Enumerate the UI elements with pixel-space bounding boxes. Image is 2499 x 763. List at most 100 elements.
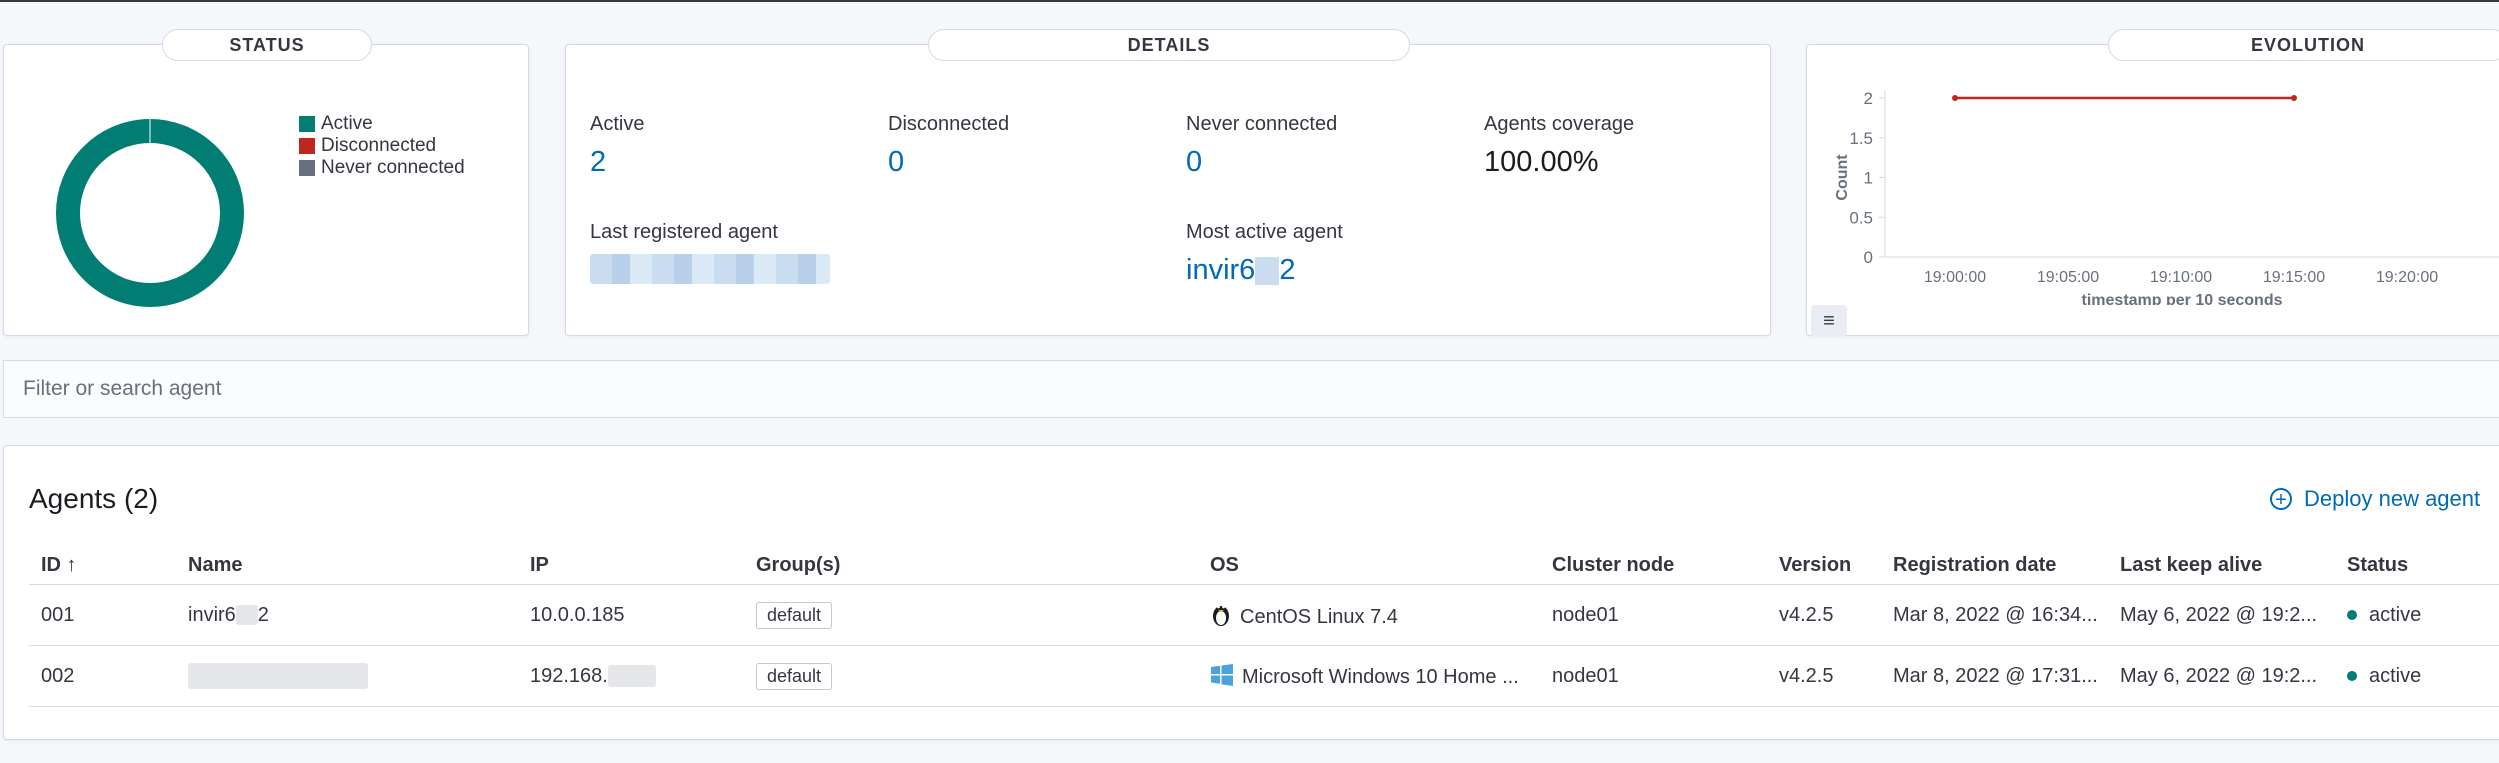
stat-value-active[interactable]: 2	[590, 146, 644, 179]
stat-label: Agents coverage	[1484, 113, 1635, 135]
cell-ip: 10.0.0.185	[518, 584, 744, 646]
cell-cluster-node: node01	[1540, 584, 1767, 646]
agents-panel: Agents (2) + Deploy new agent ID ↑ Name …	[3, 445, 2499, 740]
cell-os: CentOS Linux 7.4	[1198, 584, 1540, 646]
cell-status: active	[2335, 645, 2499, 707]
column-header-cluster-node[interactable]: Cluster node	[1540, 546, 1767, 585]
agent-name-suffix: 2	[257, 603, 269, 626]
legend-item-active[interactable]: Active	[299, 113, 465, 135]
cell-last-keep-alive: May 6, 2022 @ 19:2...	[2108, 645, 2335, 707]
y-tick-label: 1	[1864, 169, 1873, 188]
y-tick-label: 0	[1864, 248, 1873, 267]
status-text: active	[2369, 603, 2422, 626]
y-tick-label: 1.5	[1849, 129, 1873, 148]
stat-never-connected: Never connected 0	[1186, 113, 1337, 179]
windows-logo-icon	[1211, 664, 1233, 686]
agent-name-suffix: 2	[1279, 254, 1296, 286]
x-tick-label: 19:20:00	[2376, 269, 2438, 286]
column-header-name[interactable]: Name	[176, 546, 518, 585]
most-active-agent: Most active agent invir6 2	[1186, 221, 1343, 287]
redacted-chars	[1255, 257, 1280, 286]
legend-item-disconnected[interactable]: Disconnected	[299, 135, 465, 157]
search-input[interactable]	[4, 361, 2499, 417]
column-header-version[interactable]: Version	[1767, 546, 1881, 585]
legend-label: Never connected	[321, 157, 465, 178]
redacted-ip	[607, 665, 656, 688]
x-tick-label: 19:00:00	[1924, 269, 1986, 286]
stat-label: Last registered agent	[590, 221, 778, 243]
agents-title: Agents (2)	[29, 483, 159, 514]
evolution-chart[interactable]: 2 1.5 1 0.5 0 19:00:00 19:05:00 19:10:00 19:15:0…	[1807, 45, 2499, 305]
agent-name-prefix: invir6	[188, 603, 236, 626]
stat-agents-coverage: Agents coverage 100.00%	[1484, 113, 1634, 179]
status-donut-chart[interactable]	[56, 119, 244, 307]
y-axis-label: Count	[1834, 154, 1851, 201]
last-registered-agent: Last registered agent	[590, 221, 830, 292]
legend-swatch-active	[299, 116, 315, 132]
cell-name: invir6 2	[176, 584, 518, 646]
table-header-row: ID ↑ Name IP Group(s) OS Cluster node Ve…	[29, 546, 2499, 585]
os-name: Microsoft Windows 10 Home ...	[1242, 666, 1519, 688]
last-registered-agent-link[interactable]	[590, 254, 830, 292]
cell-id: 001	[29, 584, 176, 646]
cell-os: Microsoft Windows 10 Home ...	[1198, 645, 1540, 707]
x-axis-label: timestamp per 10 seconds	[2082, 292, 2283, 305]
deploy-label: Deploy new agent	[2304, 486, 2481, 511]
y-tick-label: 0.5	[1849, 208, 1873, 227]
cell-registration-date: Mar 8, 2022 @ 17:31...	[1881, 645, 2108, 707]
deploy-new-agent-button[interactable]: + Deploy new agent	[2270, 486, 2480, 512]
cell-registration-date: Mar 8, 2022 @ 16:34...	[1881, 584, 2108, 646]
cell-last-keep-alive: May 6, 2022 @ 19:2...	[2108, 584, 2335, 646]
legend-swatch-never-connected	[299, 160, 315, 176]
agent-name-prefix: invir6	[1186, 254, 1256, 286]
stat-value-never-connected[interactable]: 0	[1186, 146, 1337, 179]
legend-swatch-disconnected	[299, 138, 315, 154]
column-header-registration-date[interactable]: Registration date	[1881, 546, 2108, 585]
redacted-chars	[235, 605, 258, 626]
search-bar	[3, 360, 2499, 418]
group-badge[interactable]: default	[756, 601, 833, 629]
most-active-agent-link[interactable]: invir6 2	[1186, 254, 1343, 287]
group-badge[interactable]: default	[756, 662, 833, 690]
status-active-dot	[2347, 610, 2357, 621]
cell-version: v4.2.5	[1767, 584, 1881, 646]
stat-value-coverage: 100.00%	[1484, 146, 1599, 178]
column-header-last-keep-alive[interactable]: Last keep alive	[2108, 546, 2335, 585]
stat-label: Most active agent	[1186, 221, 1343, 243]
evolution-panel: EVOLUTION 2 1.5 1 0.5 0 19:00:00 19:05:00 19:10…	[1806, 29, 2499, 337]
cell-id: 002	[29, 645, 176, 707]
stat-value-disconnected[interactable]: 0	[888, 146, 1009, 179]
details-panel: DETAILS Active 2 Disconnected 0 Never co…	[565, 29, 1771, 336]
redacted-agent-name	[590, 254, 830, 284]
column-header-os[interactable]: OS	[1198, 546, 1540, 585]
status-text: active	[2369, 664, 2422, 687]
list-view-icon[interactable]: ≡	[1811, 305, 1847, 337]
cell-name	[176, 645, 518, 707]
column-header-groups: Group(s)	[744, 546, 1198, 585]
stat-label: Disconnected	[888, 113, 1010, 135]
legend-item-never-connected[interactable]: Never connected	[299, 157, 465, 179]
os-name: CentOS Linux 7.4	[1240, 606, 1398, 628]
status-legend: Active Disconnected Never connected	[299, 113, 465, 179]
x-tick-label: 19:05:00	[2037, 269, 2099, 286]
cell-cluster-node: node01	[1540, 645, 1767, 707]
cell-group: default	[744, 584, 1198, 646]
stat-active: Active 2	[590, 113, 644, 179]
column-header-id[interactable]: ID ↑	[29, 546, 176, 585]
data-point	[1952, 95, 1958, 101]
cell-group: default	[744, 645, 1198, 707]
top-border	[0, 0, 2499, 2]
stat-label: Active	[590, 113, 645, 135]
legend-label: Disconnected	[321, 135, 437, 156]
column-header-ip[interactable]: IP	[518, 546, 744, 585]
plus-circle-icon: +	[2270, 488, 2292, 511]
status-panel: STATUS Active Disconnected Never connect…	[3, 29, 529, 336]
stat-label: Never connected	[1186, 113, 1338, 135]
table-row[interactable]: 002 192.168. default Microsoft Windows 1…	[29, 645, 2499, 707]
column-header-status[interactable]: Status	[2335, 546, 2499, 585]
legend-label: Active	[321, 113, 373, 134]
table-row[interactable]: 001 invir6 2 10.0.0.185 default CentOS Li…	[29, 584, 2499, 646]
y-tick-label: 2	[1864, 89, 1873, 108]
cell-version: v4.2.5	[1767, 645, 1881, 707]
cell-ip: 192.168.	[518, 645, 744, 707]
